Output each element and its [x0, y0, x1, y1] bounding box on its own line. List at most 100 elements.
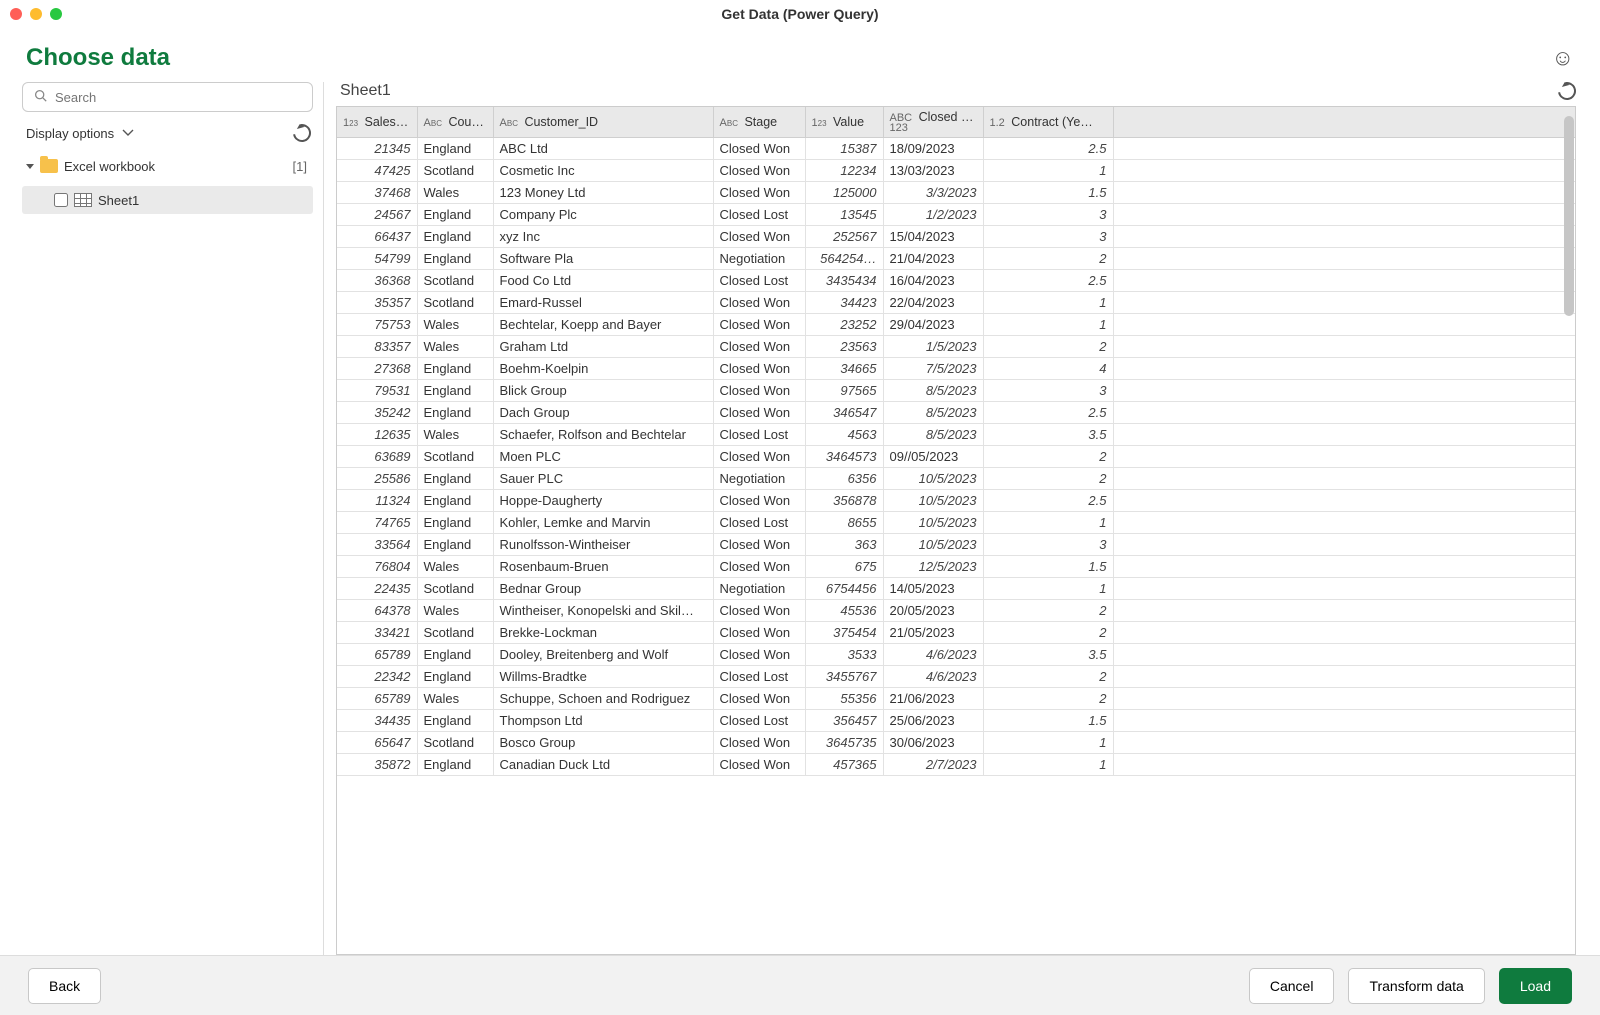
page-header: Choose data ☺ — [0, 28, 1600, 82]
table-row[interactable]: 33421ScotlandBrekke-LockmanClosed Won375… — [337, 621, 1575, 643]
table-cell: England — [417, 511, 493, 533]
table-row[interactable]: 21345EnglandABC LtdClosed Won1538718/09/… — [337, 137, 1575, 159]
column-header[interactable]: ABC123 Closed D… — [883, 107, 983, 137]
tree-item-workbook[interactable]: Excel workbook [1] — [22, 152, 313, 180]
table-row[interactable]: 12635WalesSchaefer, Rolfson and Bechtela… — [337, 423, 1575, 445]
table-cell: 13545 — [805, 203, 883, 225]
table-cell: Wales — [417, 687, 493, 709]
table-cell: England — [417, 247, 493, 269]
column-header[interactable]: 123 Value — [805, 107, 883, 137]
table-cell: 6754456 — [805, 577, 883, 599]
table-cell: Wales — [417, 335, 493, 357]
table-cell: Runolfsson-Wintheiser — [493, 533, 713, 555]
load-button[interactable]: Load — [1499, 968, 1572, 1004]
refresh-navigator-icon[interactable] — [289, 120, 314, 145]
tree-item-sheet1[interactable]: Sheet1 — [22, 186, 313, 214]
column-header[interactable]: ABC Customer_ID — [493, 107, 713, 137]
preview-pane: Sheet1 123 Sales…ABC Coun…ABC Customer_I… — [324, 82, 1600, 955]
table-cell: 79531 — [337, 379, 417, 401]
table-row[interactable]: 27368EnglandBoehm-KoelpinClosed Won34665… — [337, 357, 1575, 379]
table-cell-filler — [1113, 203, 1575, 225]
table-cell-filler — [1113, 555, 1575, 577]
table-row[interactable]: 37468Wales123 Money LtdClosed Won1250003… — [337, 181, 1575, 203]
table-cell: 363 — [805, 533, 883, 555]
table-row[interactable]: 34435EnglandThompson LtdClosed Lost35645… — [337, 709, 1575, 731]
table-row[interactable]: 11324EnglandHoppe-DaughertyClosed Won356… — [337, 489, 1575, 511]
table-cell: 83357 — [337, 335, 417, 357]
table-cell: 1 — [983, 577, 1113, 599]
table-cell: 76804 — [337, 555, 417, 577]
transform-data-button[interactable]: Transform data — [1348, 968, 1484, 1004]
feedback-smiley-icon[interactable]: ☺ — [1552, 45, 1574, 71]
table-cell: Closed Lost — [713, 665, 805, 687]
table-cell: 25/06/2023 — [883, 709, 983, 731]
table-cell: 54799 — [337, 247, 417, 269]
table-row[interactable]: 22342EnglandWillms-BradtkeClosed Lost345… — [337, 665, 1575, 687]
table-cell: 1 — [983, 753, 1113, 775]
table-cell: 1.5 — [983, 555, 1113, 577]
table-cell: England — [417, 379, 493, 401]
table-row[interactable]: 76804WalesRosenbaum-BruenClosed Won67512… — [337, 555, 1575, 577]
expand-collapse-icon[interactable] — [26, 164, 34, 169]
table-cell: 123 Money Ltd — [493, 181, 713, 203]
table-row[interactable]: 33564EnglandRunolfsson-WintheiserClosed … — [337, 533, 1575, 555]
back-button[interactable]: Back — [28, 968, 101, 1004]
table-cell: 65647 — [337, 731, 417, 753]
column-header[interactable]: 1.2 Contract (Ye… — [983, 107, 1113, 137]
table-cell: Closed Won — [713, 533, 805, 555]
table-cell: England — [417, 643, 493, 665]
table-row[interactable]: 22435ScotlandBednar GroupNegotiation6754… — [337, 577, 1575, 599]
table-row[interactable]: 66437Englandxyz IncClosed Won25256715/04… — [337, 225, 1575, 247]
table-cell: England — [417, 489, 493, 511]
table-row[interactable]: 64378WalesWintheiser, Konopelski and Ski… — [337, 599, 1575, 621]
table-cell: 6356 — [805, 467, 883, 489]
table-header-row: 123 Sales…ABC Coun…ABC Customer_IDABC St… — [337, 107, 1575, 137]
table-row[interactable]: 65789EnglandDooley, Breitenberg and Wolf… — [337, 643, 1575, 665]
table-row[interactable]: 54799EnglandSoftware PlaNegotiation56425… — [337, 247, 1575, 269]
close-window-button[interactable] — [10, 8, 22, 20]
table-row[interactable]: 83357WalesGraham LtdClosed Won235631/5/2… — [337, 335, 1575, 357]
table-cell: England — [417, 225, 493, 247]
sheet1-checkbox[interactable] — [54, 193, 68, 207]
table-cell-filler — [1113, 731, 1575, 753]
table-row[interactable]: 36368ScotlandFood Co LtdClosed Lost34354… — [337, 269, 1575, 291]
table-cell: 22342 — [337, 665, 417, 687]
table-row[interactable]: 65789WalesSchuppe, Schoen and RodriguezC… — [337, 687, 1575, 709]
table-row[interactable]: 75753WalesBechtelar, Koepp and BayerClos… — [337, 313, 1575, 335]
table-row[interactable]: 35357ScotlandEmard-RusselClosed Won34423… — [337, 291, 1575, 313]
table-row[interactable]: 79531EnglandBlick GroupClosed Won975658/… — [337, 379, 1575, 401]
table-row[interactable]: 74765EnglandKohler, Lemke and MarvinClos… — [337, 511, 1575, 533]
table-cell-filler — [1113, 181, 1575, 203]
table-cell: Wales — [417, 423, 493, 445]
table-row[interactable]: 24567EnglandCompany PlcClosed Lost135451… — [337, 203, 1575, 225]
minimize-window-button[interactable] — [30, 8, 42, 20]
display-options-toggle[interactable]: Display options — [26, 126, 134, 141]
table-row[interactable]: 63689ScotlandMoen PLCClosed Won346457309… — [337, 445, 1575, 467]
table-row[interactable]: 47425ScotlandCosmetic IncClosed Won12234… — [337, 159, 1575, 181]
column-header[interactable]: ABC Stage — [713, 107, 805, 137]
refresh-preview-icon[interactable] — [1554, 82, 1579, 104]
search-wrap — [22, 82, 313, 112]
table-row[interactable]: 25586EnglandSauer PLCNegotiation635610/5… — [337, 467, 1575, 489]
table-cell-filler — [1113, 533, 1575, 555]
table-cell: 18/09/2023 — [883, 137, 983, 159]
maximize-window-button[interactable] — [50, 8, 62, 20]
table-row[interactable]: 35242EnglandDach GroupClosed Won3465478/… — [337, 401, 1575, 423]
table-cell: 30/06/2023 — [883, 731, 983, 753]
table-cell: 34435 — [337, 709, 417, 731]
display-options-row: Display options — [22, 122, 313, 146]
column-header[interactable]: ABC Coun… — [417, 107, 493, 137]
search-input[interactable] — [22, 82, 313, 112]
column-header[interactable]: 123 Sales… — [337, 107, 417, 137]
table-row[interactable]: 35872EnglandCanadian Duck LtdClosed Won4… — [337, 753, 1575, 775]
cancel-button[interactable]: Cancel — [1249, 968, 1335, 1004]
table-cell: Closed Won — [713, 489, 805, 511]
table-row[interactable]: 65647ScotlandBosco GroupClosed Won364573… — [337, 731, 1575, 753]
table-cell: Wales — [417, 181, 493, 203]
table-cell-filler — [1113, 357, 1575, 379]
table-cell: 457365 — [805, 753, 883, 775]
table-cell: 35357 — [337, 291, 417, 313]
table-cell: 2/7/2023 — [883, 753, 983, 775]
table-cell: 1 — [983, 313, 1113, 335]
vertical-scrollbar[interactable] — [1564, 116, 1574, 316]
